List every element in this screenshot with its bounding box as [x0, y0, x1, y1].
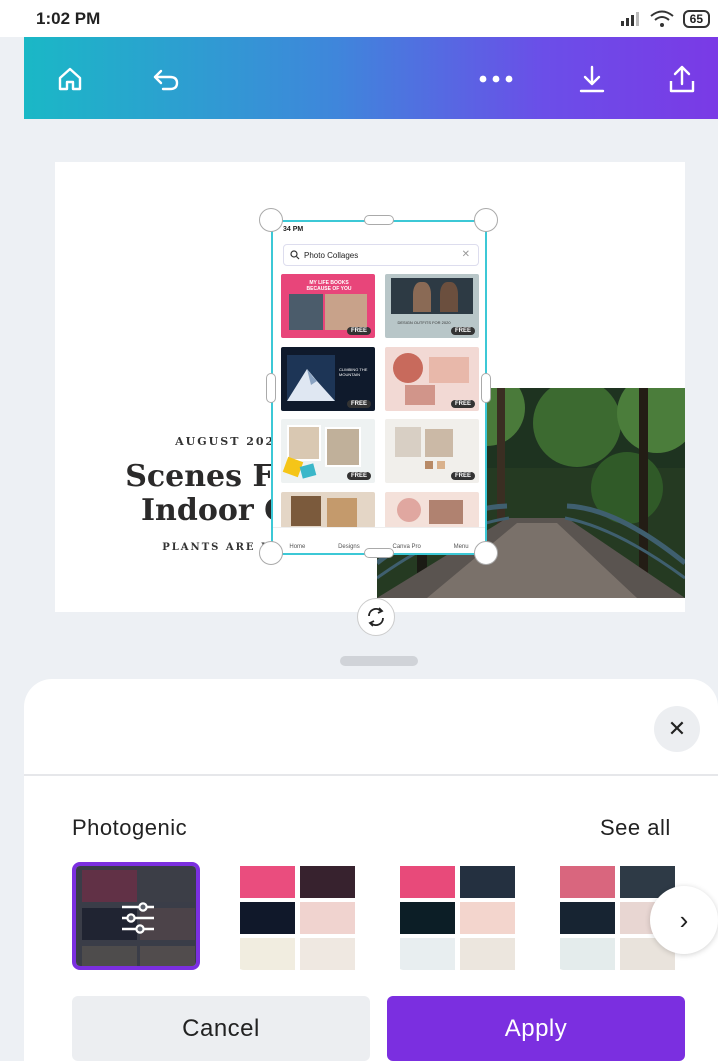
- thumb-caption: CLIMBING THE MOUNTAIN: [339, 367, 368, 377]
- status-icons: 65: [619, 9, 710, 28]
- filter-thumb-selected[interactable]: [72, 862, 200, 970]
- search-icon: [290, 250, 300, 260]
- phone-nav-designs: Designs: [338, 544, 360, 550]
- free-badge: FREE: [450, 327, 475, 335]
- resize-handle-bottom-left[interactable]: [259, 541, 283, 565]
- template-thumb: FREE: [385, 419, 479, 483]
- share-icon: [669, 65, 695, 93]
- home-button[interactable]: [50, 59, 90, 99]
- template-thumb: CLIMBING THE MOUNTAIN FREE: [281, 347, 375, 411]
- download-button[interactable]: [572, 59, 612, 99]
- editor-toolbar: [24, 37, 718, 119]
- download-icon: [579, 65, 605, 93]
- battery-icon: 65: [682, 9, 710, 28]
- more-icon: [479, 75, 513, 83]
- template-thumb: DESIGN OUTFITS FOR 2020 FREE: [385, 274, 479, 338]
- signal-icon: [620, 11, 639, 26]
- free-badge: FREE: [346, 472, 371, 480]
- clear-icon: ✕: [461, 249, 470, 260]
- next-filters-button[interactable]: ›: [650, 886, 718, 954]
- phone-nav-menu: Menu: [453, 544, 469, 550]
- undo-icon: [153, 69, 179, 91]
- free-badge: FREE: [346, 400, 371, 408]
- rotate-button[interactable]: [357, 598, 395, 636]
- template-thumb: [385, 492, 479, 528]
- filter-section-title: Photogenic: [72, 815, 188, 840]
- thumb-title: MY LIFE BOOKS BECAUSE OF YOU: [306, 280, 352, 292]
- share-button[interactable]: [662, 59, 702, 99]
- thumb-caption: DESIGN OUTFITS FOR 2020: [397, 320, 451, 325]
- resize-handle-bottom[interactable]: [364, 548, 394, 558]
- phone-nav-canva-pro: Canva Pro: [392, 544, 421, 550]
- more-button[interactable]: [476, 59, 516, 99]
- template-thumb: FREE: [385, 347, 479, 411]
- adjust-sliders-icon: [122, 902, 154, 934]
- cancel-button[interactable]: Cancel: [72, 996, 370, 1061]
- template-thumb: [281, 492, 375, 528]
- phone-status-time: 34 PM: [283, 226, 304, 233]
- home-icon: [58, 67, 82, 91]
- close-button[interactable]: ✕: [654, 706, 700, 752]
- filter-thumb[interactable]: [236, 862, 364, 970]
- sheet-drag-handle[interactable]: [340, 656, 418, 666]
- free-badge: FREE: [346, 327, 371, 335]
- phone-search-bar: Photo Collages ✕: [283, 244, 479, 266]
- filter-thumb[interactable]: [396, 862, 524, 970]
- resize-handle-top-right[interactable]: [474, 208, 498, 232]
- free-badge: FREE: [450, 472, 475, 480]
- wifi-icon: [650, 10, 674, 27]
- resize-handle-top[interactable]: [364, 215, 394, 225]
- resize-handle-left[interactable]: [266, 373, 276, 403]
- resize-handle-right[interactable]: [481, 373, 491, 403]
- resize-handle-bottom-right[interactable]: [474, 541, 498, 565]
- see-all-link[interactable]: See all: [600, 815, 671, 841]
- apply-button[interactable]: Apply: [387, 996, 685, 1061]
- phone-screenshot-image[interactable]: 34 PM Photo Collages ✕ MY LIFE BOOKS BEC…: [271, 220, 487, 555]
- phone-nav-home: Home: [289, 544, 306, 550]
- rotate-icon: [368, 607, 384, 627]
- sheet-divider: [24, 774, 718, 776]
- status-bar: 1:02 PM 65: [0, 0, 718, 37]
- status-time: 1:02 PM: [36, 8, 101, 28]
- resize-handle-top-left[interactable]: [259, 208, 283, 232]
- phone-search-text: Photo Collages: [304, 250, 359, 260]
- undo-button[interactable]: [146, 59, 186, 99]
- template-thumb: FREE: [281, 419, 375, 483]
- free-badge: FREE: [450, 400, 475, 408]
- template-thumb: MY LIFE BOOKS BECAUSE OF YOU FREE: [281, 274, 375, 338]
